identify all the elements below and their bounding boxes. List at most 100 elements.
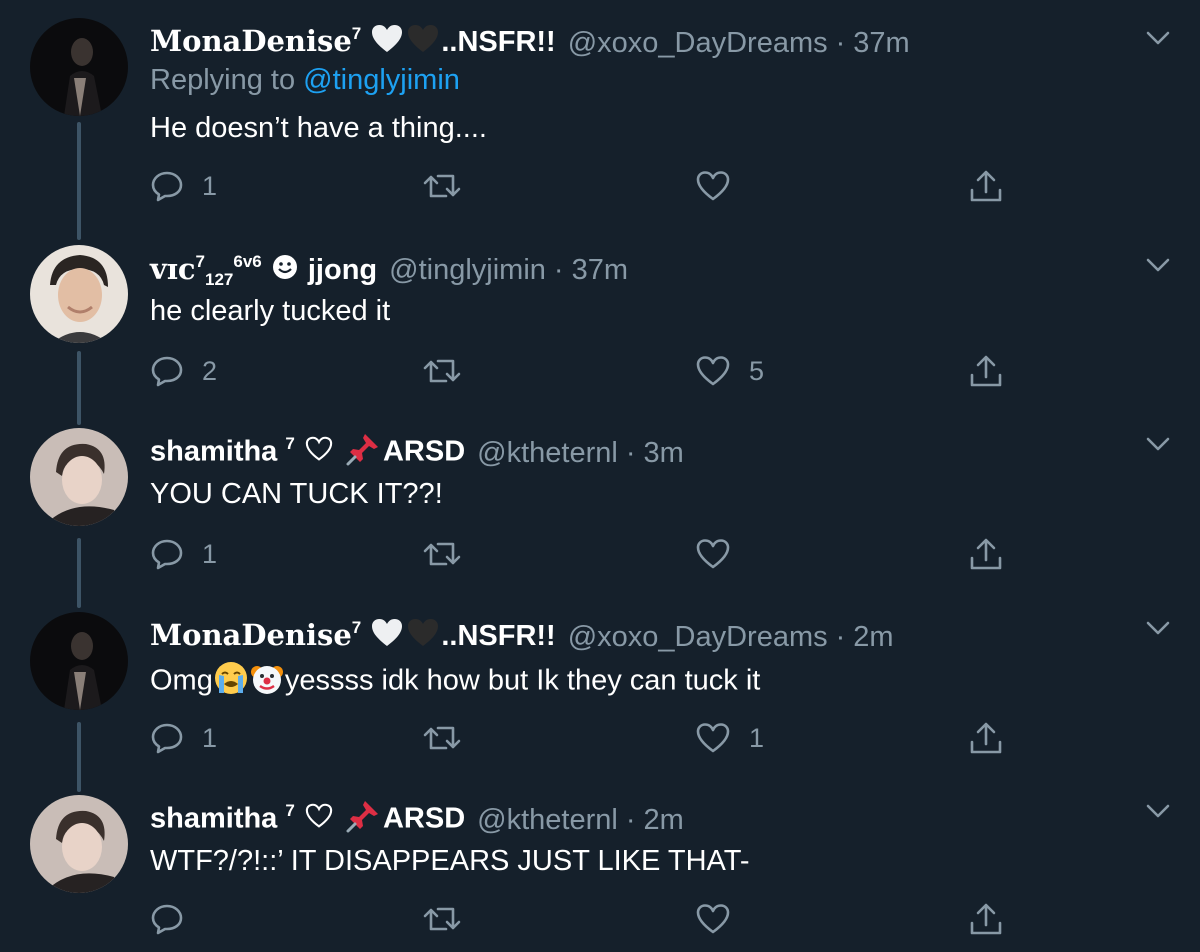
- handle[interactable]: @ktheternl: [477, 437, 618, 470]
- retweet-button[interactable]: [422, 899, 480, 939]
- white-heart-icon: [371, 24, 403, 62]
- like-icon: [696, 723, 730, 753]
- timestamp[interactable]: 3m: [644, 437, 684, 470]
- tweet[interactable]: MonaDenise7 ..NSFR!! @xoxo_DayDreams · 3…: [0, 18, 1200, 240]
- tweet-actions: 1: [0, 534, 1200, 574]
- like-button[interactable]: [695, 534, 749, 574]
- reply-icon: [151, 539, 183, 570]
- share-button[interactable]: [968, 899, 1004, 939]
- clown-face-icon: [249, 660, 285, 704]
- timestamp[interactable]: 2m: [853, 621, 893, 654]
- separator: ·: [835, 26, 846, 59]
- chevron-down-icon[interactable]: [1142, 612, 1174, 644]
- share-button[interactable]: [968, 718, 1004, 758]
- chevron-down-icon[interactable]: [1142, 22, 1174, 54]
- like-count: 1: [749, 722, 765, 753]
- reply-count: 1: [202, 538, 218, 569]
- reply-icon: [151, 171, 183, 202]
- retweet-button[interactable]: [422, 351, 480, 391]
- like-button[interactable]: 1: [695, 718, 764, 758]
- mention-link[interactable]: @tinglyjimin: [303, 64, 460, 96]
- like-icon: [696, 539, 730, 569]
- display-name[interactable]: MonaDenise7 ..NSFR!!: [150, 618, 556, 656]
- reply-button[interactable]: 1: [150, 166, 217, 206]
- reply-count: 1: [202, 170, 218, 201]
- handle[interactable]: @ktheternl: [477, 804, 618, 837]
- like-icon: [696, 171, 730, 201]
- pushpin-icon: [345, 431, 381, 475]
- reply-icon: [151, 723, 183, 754]
- avatar[interactable]: [30, 612, 128, 710]
- tweet-text: WTF?/?!::’ IT DISAPPEARS JUST LIKE THAT-: [150, 845, 750, 877]
- display-name[interactable]: MonaDenise7 ..NSFR!!: [150, 24, 556, 62]
- avatar[interactable]: [30, 795, 128, 893]
- tweet-text: he clearly tucked it: [150, 295, 391, 327]
- retweet-button[interactable]: [422, 718, 480, 758]
- white-heart-icon: [371, 618, 403, 656]
- avatar[interactable]: [30, 18, 128, 116]
- like-icon: [696, 904, 730, 934]
- display-name[interactable]: shamitha 7 ARSD: [150, 798, 465, 842]
- retweet-icon: [423, 907, 461, 931]
- smiley-icon: [272, 254, 298, 288]
- share-icon: [970, 722, 1002, 754]
- separator: ·: [553, 253, 564, 286]
- handle[interactable]: @xoxo_DayDreams: [568, 27, 828, 60]
- share-icon: [970, 903, 1002, 935]
- tweet[interactable]: shamitha 7 ARSD @ktheternl · 3m YOU CAN …: [0, 428, 1200, 608]
- like-button[interactable]: 5: [695, 351, 764, 391]
- timestamp[interactable]: 37m: [853, 27, 909, 60]
- pushpin-icon: [345, 798, 381, 842]
- timestamp[interactable]: 2m: [644, 804, 684, 837]
- white-heart-icon: [305, 803, 333, 837]
- reply-icon: [151, 904, 183, 935]
- tweet-thread: MonaDenise7 ..NSFR!! @xoxo_DayDreams · 3…: [0, 0, 1200, 952]
- share-icon: [970, 170, 1002, 202]
- like-button[interactable]: [695, 166, 749, 206]
- chevron-down-icon[interactable]: [1142, 249, 1174, 281]
- timestamp[interactable]: 37m: [572, 254, 628, 287]
- chevron-down-icon[interactable]: [1142, 428, 1174, 460]
- crying-face-icon: [213, 660, 249, 704]
- reply-button[interactable]: 1: [150, 534, 217, 574]
- like-count: 5: [749, 355, 765, 386]
- separator: ·: [835, 620, 846, 653]
- tweet-actions: 1: [0, 166, 1200, 206]
- retweet-icon: [423, 726, 461, 750]
- display-name[interactable]: vɪc71276v6 jjong: [150, 252, 377, 289]
- separator: ·: [625, 436, 636, 469]
- retweet-icon: [423, 174, 461, 198]
- chevron-down-icon[interactable]: [1142, 795, 1174, 827]
- retweet-button[interactable]: [422, 166, 480, 206]
- display-name[interactable]: shamitha 7 ARSD: [150, 431, 465, 475]
- like-icon: [696, 356, 730, 386]
- tweet[interactable]: shamitha 7 ARSD @ktheternl · 2m WTF?/?!:…: [0, 795, 1200, 952]
- like-button[interactable]: [695, 899, 749, 939]
- white-heart-icon: [305, 436, 333, 470]
- retweet-button[interactable]: [422, 534, 480, 574]
- reply-button[interactable]: 1: [150, 718, 217, 758]
- share-button[interactable]: [968, 534, 1004, 574]
- handle[interactable]: @xoxo_DayDreams: [568, 621, 828, 654]
- share-icon: [970, 538, 1002, 570]
- reply-icon: [151, 356, 183, 387]
- reply-button[interactable]: 2: [150, 351, 217, 391]
- reply-count: 2: [202, 355, 218, 386]
- retweet-icon: [423, 359, 461, 383]
- avatar[interactable]: [30, 428, 128, 526]
- avatar[interactable]: [30, 245, 128, 343]
- reply-button[interactable]: [150, 899, 202, 939]
- handle[interactable]: @tinglyjimin: [389, 254, 546, 287]
- tweet[interactable]: vɪc71276v6 jjong @tinglyjimin · 37m he c…: [0, 245, 1200, 425]
- black-heart-icon: [407, 618, 439, 656]
- tweet-header: MonaDenise7 ..NSFR!! @xoxo_DayDreams · 3…: [150, 18, 910, 68]
- tweet-header: vɪc71276v6 jjong @tinglyjimin · 37m: [150, 245, 628, 295]
- share-button[interactable]: [968, 166, 1004, 206]
- share-button[interactable]: [968, 351, 1004, 391]
- separator: ·: [625, 803, 636, 836]
- tweet-text: He doesn’t have a thing....: [150, 112, 487, 144]
- tweet-header: MonaDenise7 ..NSFR!! @xoxo_DayDreams · 2…: [150, 612, 894, 662]
- tweet[interactable]: MonaDenise7 ..NSFR!! @xoxo_DayDreams · 2…: [0, 612, 1200, 792]
- tweet-actions: [0, 899, 1200, 939]
- replying-to: Replying to @tinglyjimin: [150, 64, 460, 96]
